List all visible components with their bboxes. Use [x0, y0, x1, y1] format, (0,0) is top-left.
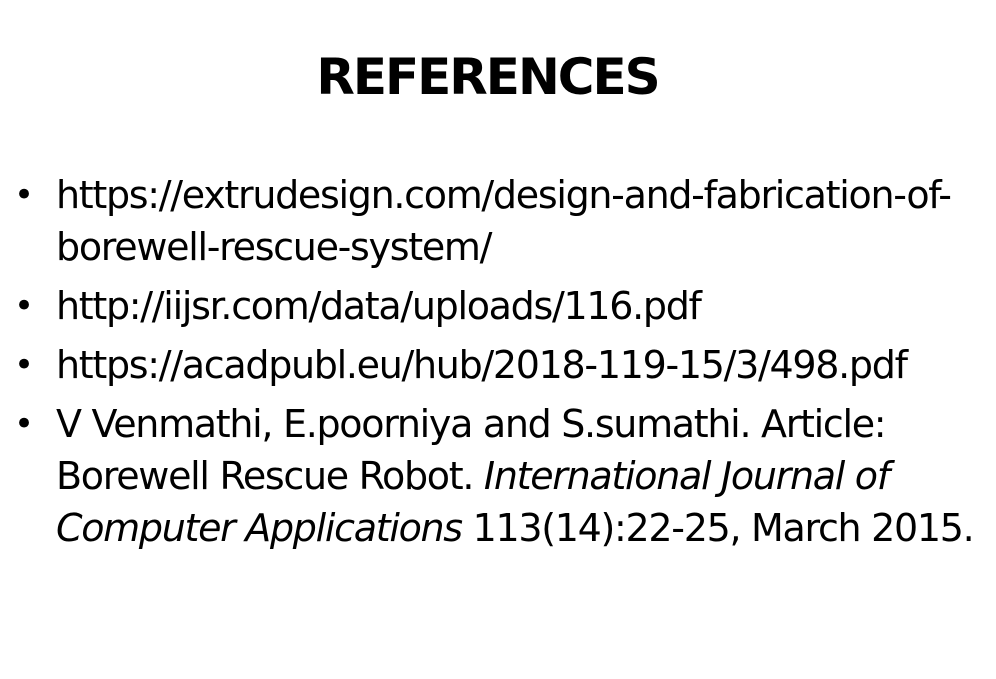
slide-title: REFERENCES: [316, 48, 660, 106]
bullet-icon: •: [14, 404, 35, 444]
reference-details: 113(14):22-25, March 2015.: [472, 506, 975, 550]
list-item: • V Venmathi, E.poorniya and S.sumathi. …: [0, 398, 996, 554]
list-item: • https://extrudesign.com/design-and-fab…: [0, 169, 996, 273]
list-item: • https://acadpubl.eu/hub/2018-119-15/3/…: [0, 339, 996, 391]
bullet-icon: •: [14, 286, 35, 326]
list-item: • http://iijsr.com/data/uploads/116.pdf: [0, 280, 996, 332]
bullet-icon: •: [14, 345, 35, 385]
reference-text: https://extrudesign.com/design-and-fabri…: [56, 173, 952, 269]
slide: REFERENCES • https://extrudesign.com/des…: [0, 0, 996, 679]
references-list: • https://extrudesign.com/design-and-fab…: [0, 169, 996, 561]
reference-text: https://acadpubl.eu/hub/2018-119-15/3/49…: [56, 343, 908, 387]
reference-text: http://iijsr.com/data/uploads/116.pdf: [56, 284, 702, 328]
bullet-icon: •: [14, 175, 35, 215]
